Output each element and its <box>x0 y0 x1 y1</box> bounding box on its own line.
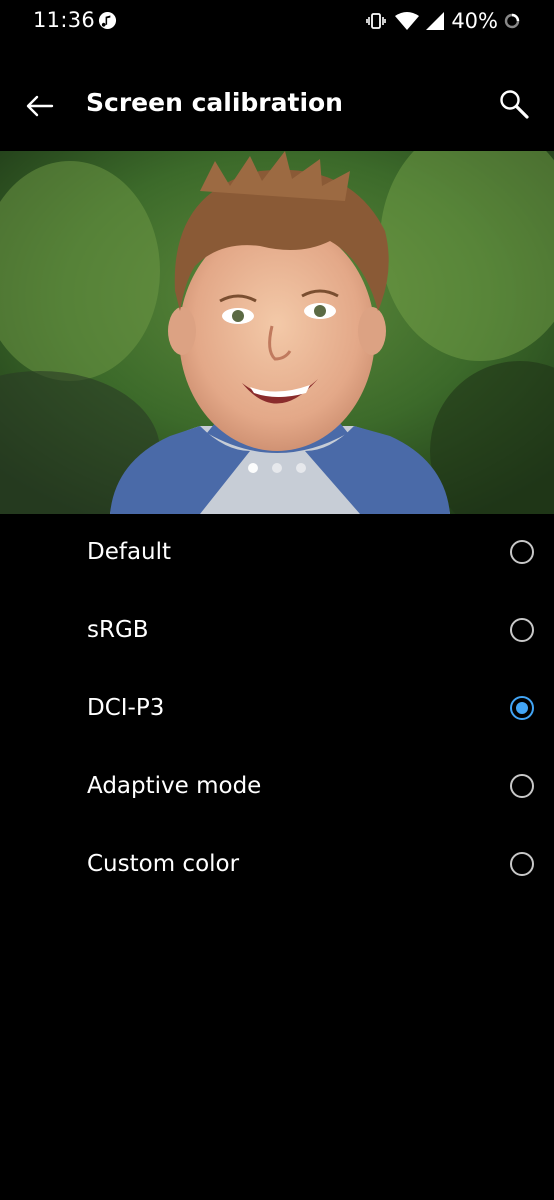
option-dci-p3[interactable]: DCI-P3 <box>0 671 554 749</box>
vibrate-icon <box>366 13 387 29</box>
calibration-preview-image[interactable] <box>0 151 554 514</box>
toolbar: Screen calibration <box>0 68 554 142</box>
pager-dot[interactable] <box>272 463 282 473</box>
radio-button[interactable] <box>510 618 534 642</box>
option-label: sRGB <box>87 617 149 643</box>
pager-dot[interactable] <box>296 463 306 473</box>
pager-dot[interactable] <box>248 463 258 473</box>
status-time: 11:36 <box>33 8 96 32</box>
option-adaptive-mode[interactable]: Adaptive mode <box>0 749 554 827</box>
status-bar: 11:36 40% <box>0 0 554 42</box>
option-srgb[interactable]: sRGB <box>0 593 554 671</box>
pager-dots <box>0 463 554 473</box>
option-label: Custom color <box>87 851 240 877</box>
back-arrow-icon <box>26 95 54 117</box>
page-title: Screen calibration <box>86 88 343 117</box>
radio-button[interactable] <box>510 540 534 564</box>
wifi-icon <box>395 12 420 30</box>
radio-button[interactable] <box>510 852 534 876</box>
calibration-options-list: Default sRGB DCI-P3 Adaptive mode Custom… <box>0 515 554 905</box>
option-label: Adaptive mode <box>87 773 262 799</box>
option-default[interactable]: Default <box>0 515 554 593</box>
search-icon <box>500 90 529 119</box>
option-custom-color[interactable]: Custom color <box>0 827 554 905</box>
back-button[interactable] <box>22 88 58 124</box>
option-label: DCI-P3 <box>87 695 165 721</box>
search-button[interactable] <box>496 86 532 122</box>
music-note-icon <box>98 11 117 30</box>
radio-button-selected[interactable] <box>510 696 534 720</box>
battery-percent: 40% <box>451 9 498 33</box>
radio-button[interactable] <box>510 774 534 798</box>
option-label: Default <box>87 539 172 565</box>
signal-icon <box>426 12 445 30</box>
preview-photo <box>0 151 554 514</box>
status-icons: 40% <box>366 9 520 33</box>
battery-icon <box>504 13 520 29</box>
